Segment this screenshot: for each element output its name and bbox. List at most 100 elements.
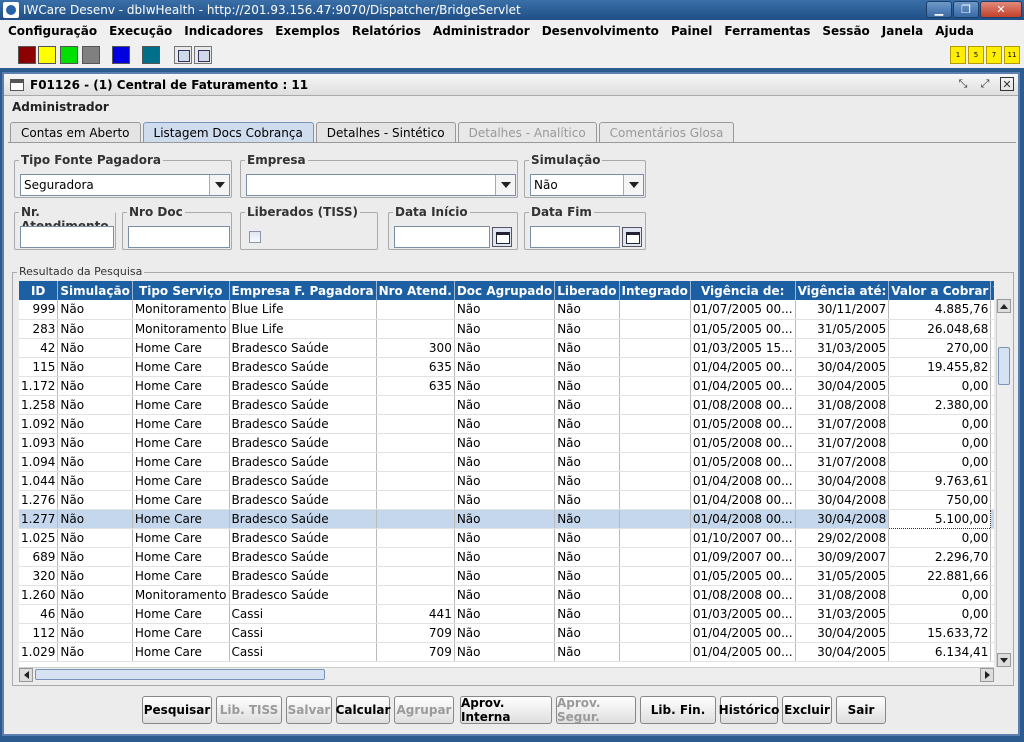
color-swatch-button[interactable] [60, 46, 78, 64]
calendar-icon[interactable] [622, 227, 642, 247]
lib-tiss-button[interactable]: Lib. TISS [216, 696, 282, 724]
table-cell: 31/08/2008 [795, 395, 890, 415]
maximize-icon[interactable]: ❐ [953, 1, 979, 18]
menu-ajuda[interactable]: Ajuda [929, 24, 980, 38]
agrupar-button[interactable]: Agrupar [394, 696, 454, 724]
table-row[interactable]: 1.258 Não Home Care Bradesco Saúde Não Não 01/… [19, 395, 994, 415]
excluir-button[interactable]: Excluir [782, 696, 832, 724]
color-swatch-button[interactable] [18, 46, 36, 64]
menu-administrador[interactable]: Administrador [427, 24, 536, 38]
data-fim-input[interactable] [530, 226, 620, 248]
table-row[interactable]: 689 Não Home Care Bradesco Saúde Não Não 01/09… [19, 547, 994, 567]
chevron-down-icon[interactable] [623, 175, 643, 195]
table-cell: Bradesco Saúde [229, 509, 377, 529]
table-row[interactable]: 1.092 Não Home Care Bradesco Saúde Não Não 01/… [19, 414, 994, 434]
column-header[interactable]: Vigência de: [690, 281, 796, 300]
table-row[interactable]: 46 Não Home Care Cassi 441 Não Não 01/03/2005 0… [19, 604, 994, 624]
table-row[interactable]: 1.276 Não Home Care Bradesco Saúde Não Não 01/… [19, 490, 994, 510]
menu-execucao[interactable]: Execução [103, 24, 178, 38]
menu-desenvolvimento[interactable]: Desenvolvimento [536, 24, 665, 38]
menu-relatorios[interactable]: Relatórios [346, 24, 427, 38]
table-cell [376, 452, 455, 472]
chevron-down-icon[interactable] [495, 175, 515, 195]
table-cell [619, 395, 691, 415]
table-row[interactable]: 1.277 Não Home Care Bradesco Saúde Não Não 01/… [19, 508, 994, 529]
table-row[interactable]: 1.260 Não Monitoramento Bradesco Saúde Não Nã… [19, 585, 994, 605]
vertical-scrollbar[interactable] [996, 299, 1011, 667]
tab-listagem-docs-cobranca[interactable]: Listagem Docs Cobrança [142, 122, 314, 142]
lib-fin-button[interactable]: Lib. Fin. [640, 696, 716, 724]
column-header[interactable]: Vigência até: [795, 281, 890, 300]
empresa-select[interactable] [246, 174, 516, 196]
iconify-icon[interactable]: ⤡ [956, 77, 970, 91]
column-header[interactable]: Empresa F. Pagadora [229, 281, 377, 300]
table-row[interactable]: 115 Não Home Care Bradesco Saúde 635 Não Não 01… [19, 357, 994, 377]
column-header[interactable]: Liberado [554, 281, 620, 300]
table-row[interactable]: 1.094 Não Home Care Bradesco Saúde Não Não 01/… [19, 452, 994, 472]
color-swatch-button[interactable] [38, 46, 56, 64]
scroll-thumb[interactable] [998, 347, 1010, 385]
calcular-button[interactable]: Calcular [336, 696, 390, 724]
table-row[interactable]: 1.044 Não Home Care Bradesco Saúde Não Não 01/… [19, 471, 994, 491]
menu-exemplos[interactable]: Exemplos [269, 24, 346, 38]
calendar-icon[interactable] [492, 227, 512, 247]
aprov-segur-button[interactable]: Aprov. Segur. [556, 696, 636, 724]
chevron-down-icon[interactable] [209, 175, 229, 195]
column-header[interactable]: Doc Agrupado [454, 281, 556, 300]
tab-contas-em-aberto[interactable]: Contas em Aberto [10, 122, 141, 142]
menu-indicadores[interactable]: Indicadores [178, 24, 269, 38]
simulacao-select[interactable]: Não [530, 174, 644, 196]
table-row[interactable]: 1.025 Não Home Care Bradesco Saúde Não Não 01/… [19, 528, 994, 548]
close-icon[interactable]: ✕ [980, 1, 1022, 18]
scroll-thumb[interactable] [35, 669, 325, 680]
maximize-frame-icon[interactable]: ⤢ [978, 77, 992, 91]
quick-window-button-11[interactable]: 11 [1004, 46, 1020, 64]
table-row[interactable]: 283 Não Monitoramento Blue Life Não Não 01/05/… [19, 319, 994, 339]
color-swatch-button[interactable] [142, 46, 160, 64]
table-row[interactable]: 112 Não Home Care Cassi 709 Não Não 01/04/2005 … [19, 623, 994, 643]
menu-painel[interactable]: Painel [665, 24, 718, 38]
column-header[interactable]: Integrado [619, 281, 691, 300]
salvar-button[interactable]: Salvar [286, 696, 332, 724]
table-row[interactable]: 999 Não Monitoramento Blue Life Não Não 01/07/… [19, 300, 994, 320]
table-row[interactable]: 320 Não Home Care Bradesco Saúde Não Não 01/05… [19, 566, 994, 586]
sair-button[interactable]: Sair [836, 696, 886, 724]
minimize-icon[interactable]: ▁ [926, 1, 952, 18]
color-swatch-button[interactable] [112, 46, 130, 64]
horizontal-scrollbar[interactable] [19, 667, 994, 682]
column-header[interactable]: Tipo Serviço [132, 281, 230, 300]
window-list-icon[interactable] [194, 46, 212, 64]
column-header[interactable]: Simulação [57, 281, 133, 300]
liberados-checkbox[interactable] [249, 231, 261, 243]
table-row[interactable]: 1.172 Não Home Care Bradesco Saúde 635 Não Não… [19, 376, 994, 396]
historico-button[interactable]: Histórico [719, 696, 779, 724]
data-inicio-input[interactable] [394, 226, 490, 248]
tab-detalhes-sintetico[interactable]: Detalhes - Sintético [315, 122, 456, 142]
table-row[interactable]: 42 Não Home Care Bradesco Saúde 300 Não Não 01/… [19, 338, 994, 358]
menu-janela[interactable]: Janela [876, 24, 929, 38]
scroll-up-icon[interactable] [997, 299, 1011, 313]
color-swatch-button[interactable] [82, 46, 100, 64]
close-frame-icon[interactable]: ✕ [1000, 77, 1014, 91]
scroll-right-icon[interactable] [980, 668, 994, 682]
column-header[interactable]: Nro Atend. [376, 281, 455, 300]
tipo-fonte-select[interactable]: Seguradora [20, 174, 230, 196]
quick-window-button-5[interactable]: 5 [968, 46, 984, 64]
column-header[interactable]: ID [19, 281, 59, 300]
aprov-interna-button[interactable]: Aprov. Interna [460, 696, 552, 724]
quick-window-button-7[interactable]: 7 [986, 46, 1002, 64]
menu-configuracao[interactable]: Configuração [2, 24, 103, 38]
menu-ferramentas[interactable]: Ferramentas [718, 24, 816, 38]
scroll-left-icon[interactable] [19, 668, 33, 682]
column-header[interactable]: Valor a Cobrar [888, 281, 992, 300]
quick-window-button-1[interactable]: 1 [950, 46, 966, 64]
scroll-down-icon[interactable] [997, 653, 1011, 667]
menu-sessao[interactable]: Sessão [816, 24, 875, 38]
tree-view-icon[interactable] [174, 46, 192, 64]
nr-atendimento-input[interactable] [20, 226, 114, 248]
table-row[interactable]: 1.093 Não Home Care Bradesco Saúde Não Não 01/… [19, 433, 994, 453]
pesquisar-button[interactable]: Pesquisar [142, 696, 212, 724]
column-header[interactable]: Va [990, 281, 994, 300]
table-row[interactable]: 1.029 Não Home Care Cassi 709 Não Não 01/04/200… [19, 642, 994, 662]
nro-doc-input[interactable] [128, 226, 230, 248]
